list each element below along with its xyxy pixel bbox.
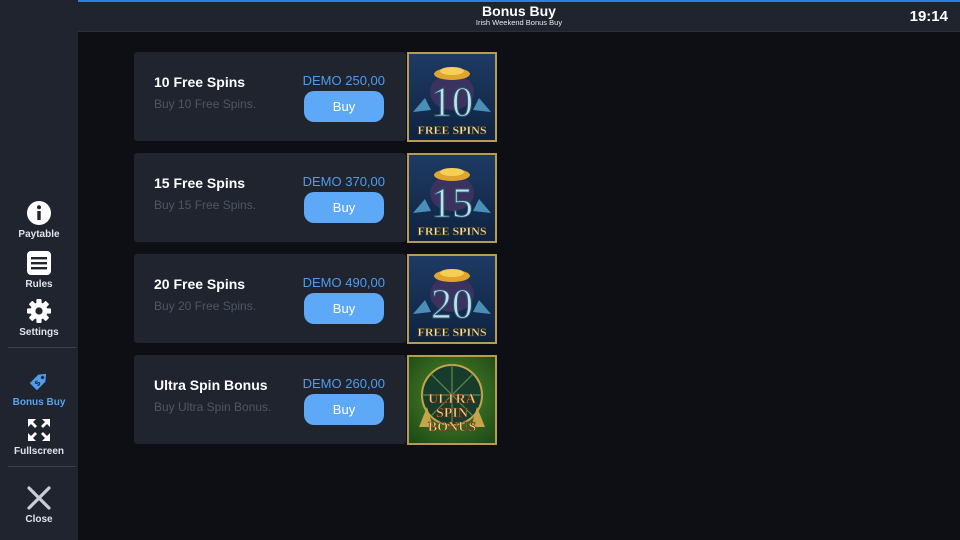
buy-button[interactable]: Buy [304, 192, 384, 223]
offer-name: 15 Free Spins [154, 175, 246, 191]
offer-price: DEMO 370,00 [302, 174, 385, 189]
sidebar-divider [8, 466, 76, 467]
sidebar-item-label: Bonus Buy [12, 397, 66, 408]
free-spins-badge-image: 10 FREE SPINS [407, 52, 497, 142]
sidebar-item-bonus-buy[interactable]: $ Bonus Buy [0, 368, 78, 408]
sidebar-item-label: Settings [19, 327, 59, 338]
header-bar: Bonus Buy Irish Weekend Bonus Buy 19:14 [78, 2, 960, 32]
sidebar-item-label: Rules [25, 279, 53, 290]
info-icon [27, 201, 51, 225]
offer-card-ultra-spin-bonus: Ultra Spin Bonus Buy Ultra Spin Bonus. D… [134, 355, 406, 444]
ultra-spin-badge-image: ULTRA SPIN BONUS [407, 355, 497, 445]
sidebar-item-label: Paytable [18, 229, 60, 240]
offer-description: Buy 20 Free Spins. [154, 299, 257, 313]
offer-card-20-free-spins: 20 Free Spins Buy 20 Free Spins. DEMO 49… [134, 254, 406, 343]
badge-text: FREE SPINS [417, 224, 486, 238]
offer-price: DEMO 490,00 [302, 275, 385, 290]
badge-line2: SPIN [436, 406, 468, 421]
badge-text: FREE SPINS [417, 325, 486, 339]
offer-name: 20 Free Spins [154, 276, 246, 292]
badge-text: FREE SPINS [417, 123, 486, 137]
gear-icon [27, 299, 51, 323]
page-title: Bonus Buy [482, 3, 556, 19]
sidebar-item-label: Close [25, 514, 53, 525]
sidebar-item-paytable[interactable]: Paytable [0, 200, 78, 240]
badge-number: 20 [431, 282, 473, 328]
offer-name: 10 Free Spins [154, 74, 246, 90]
clock: 19:14 [909, 8, 948, 25]
free-spins-badge-image: 15 FREE SPINS [407, 153, 497, 243]
buy-button[interactable]: Buy [304, 394, 384, 425]
offer-card-15-free-spins: 15 Free Spins Buy 15 Free Spins. DEMO 37… [134, 153, 406, 242]
close-icon [27, 486, 51, 510]
offer-description: Buy Ultra Spin Bonus. [154, 400, 272, 414]
offer-description: Buy 10 Free Spins. [154, 97, 257, 111]
list-icon [27, 251, 51, 275]
page-subtitle: Irish Weekend Bonus Buy [475, 18, 563, 27]
sidebar: Paytable Rules Settings $ Bonus Buy Full… [0, 0, 78, 540]
sidebar-item-close[interactable]: Close [0, 485, 78, 525]
tag-icon: $ [29, 373, 47, 391]
offer-price: DEMO 260,00 [302, 376, 385, 391]
sidebar-item-settings[interactable]: Settings [0, 298, 78, 338]
sidebar-item-rules[interactable]: Rules [0, 250, 78, 290]
offer-card-10-free-spins: 10 Free Spins Buy 10 Free Spins. DEMO 25… [134, 52, 406, 141]
badge-line1: ULTRA [428, 392, 477, 407]
sidebar-item-label: Fullscreen [13, 446, 65, 457]
buy-button[interactable]: Buy [304, 91, 384, 122]
fullscreen-icon [28, 419, 50, 441]
buy-button[interactable]: Buy [304, 293, 384, 324]
badge-number: 10 [431, 80, 473, 126]
bonus-buy-panel: 10 Free Spins Buy 10 Free Spins. DEMO 25… [78, 33, 960, 540]
sidebar-divider [8, 347, 76, 348]
offer-price: DEMO 250,00 [302, 73, 385, 88]
sidebar-item-fullscreen[interactable]: Fullscreen [0, 417, 78, 457]
offer-name: Ultra Spin Bonus [154, 377, 268, 393]
badge-line3: BONUS [428, 420, 476, 435]
offer-description: Buy 15 Free Spins. [154, 198, 257, 212]
badge-number: 15 [431, 181, 473, 227]
free-spins-badge-image: 20 FREE SPINS [407, 254, 497, 344]
